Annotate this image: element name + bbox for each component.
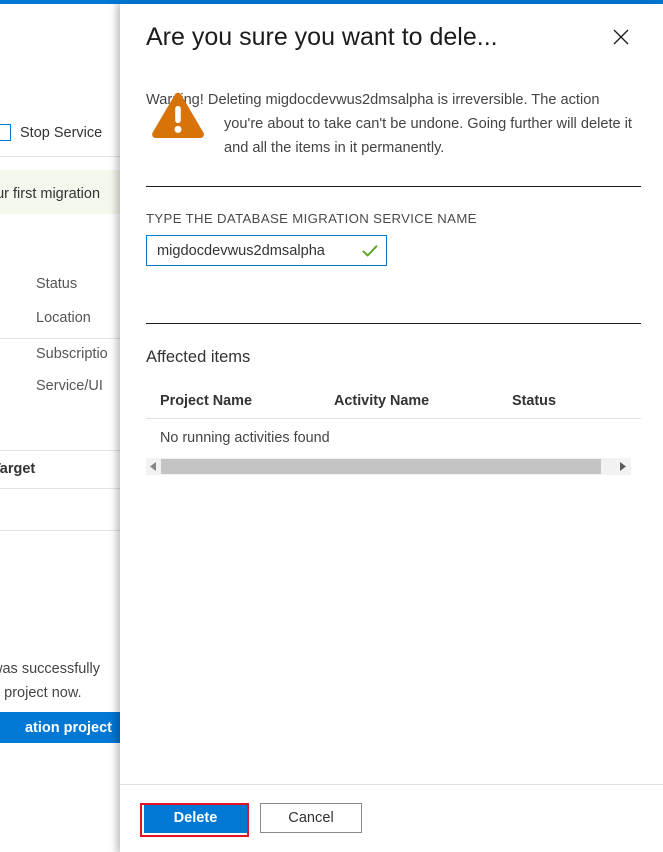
horizontal-scrollbar[interactable] [146, 458, 631, 475]
background-create-migration-project-button[interactable]: ation project [0, 712, 120, 743]
background-property-status: Status [36, 276, 77, 292]
column-header-status: Status [512, 393, 632, 409]
scroll-right-arrow-icon[interactable] [616, 458, 631, 475]
screenshot-root: Stop Service our first migration Status … [0, 0, 663, 852]
background-divider [0, 530, 120, 531]
panel-shadow-edge [112, 4, 120, 852]
background-property-subscription: Subscriptio [36, 346, 108, 362]
scrollbar-thumb[interactable] [161, 459, 601, 474]
background-divider [0, 450, 120, 451]
confirm-field-label: TYPE THE DATABASE MIGRATION SERVICE NAME [146, 211, 641, 226]
service-name-input[interactable] [147, 236, 343, 265]
background-success-message-line2: on project now. [0, 685, 82, 701]
background-success-message-line1: was successfully [0, 661, 100, 677]
dialog-body: Warning! Deleting migdocdevwus2dmsalpha … [120, 88, 663, 475]
warning-triangle-icon [150, 90, 206, 142]
background-stop-service-label: Stop Service [20, 125, 102, 141]
section-divider-bottom [146, 323, 641, 324]
background-stop-service-command[interactable]: Stop Service [0, 124, 102, 141]
delete-button[interactable]: Delete [144, 803, 247, 833]
scrollbar-track[interactable] [601, 459, 616, 474]
table-empty-row: No running activities found [146, 419, 641, 458]
warning-block: Warning! Deleting migdocdevwus2dmsalpha … [146, 88, 641, 162]
delete-confirmation-dialog: Are you sure you want to dele... Warning… [120, 4, 663, 852]
warning-message: Warning! Deleting migdocdevwus2dmsalpha … [146, 88, 641, 160]
checkmark-icon [361, 242, 379, 260]
dialog-header: Are you sure you want to dele... [120, 4, 663, 70]
affected-items-title: Affected items [146, 348, 641, 367]
close-icon[interactable] [606, 22, 636, 52]
dialog-title: Are you sure you want to dele... [146, 23, 498, 52]
table-header-row: Project Name Activity Name Status [146, 393, 641, 419]
background-divider [0, 338, 120, 339]
background-divider [0, 488, 120, 489]
dialog-footer: Delete Cancel [120, 784, 663, 852]
affected-items-table: Project Name Activity Name Status No run… [146, 393, 641, 475]
spacer [146, 266, 641, 323]
background-banner-text: our first migration [0, 186, 100, 202]
column-header-activity-name: Activity Name [334, 393, 512, 409]
background-divider [0, 156, 120, 157]
table-empty-message: No running activities found [160, 430, 330, 446]
background-property-location: Location [36, 310, 91, 326]
scroll-left-arrow-icon[interactable] [146, 458, 161, 475]
confirm-field-wrapper[interactable] [146, 235, 387, 266]
column-header-project-name: Project Name [160, 393, 334, 409]
checkbox-icon[interactable] [0, 124, 11, 141]
background-property-service-ui: Service/UI [36, 378, 103, 394]
section-divider-top [146, 186, 641, 187]
cancel-button[interactable]: Cancel [260, 803, 362, 833]
background-target-header: Target [0, 461, 35, 477]
